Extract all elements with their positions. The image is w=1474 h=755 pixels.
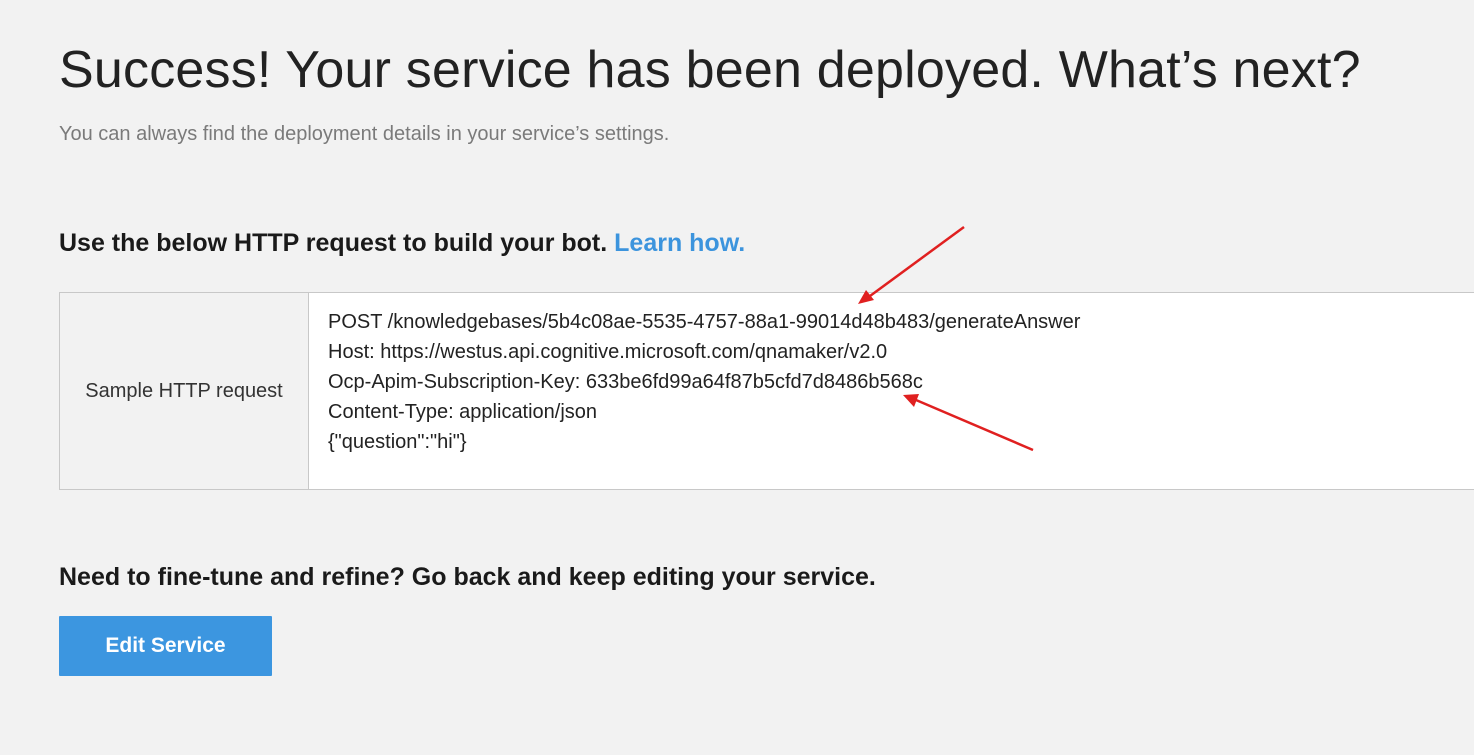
learn-how-link[interactable]: Learn how. (614, 229, 745, 257)
request-line-subscription-key: Ocp-Apim-Subscription-Key: 633be6fd99a64… (328, 371, 923, 393)
request-line-content-type: Content-Type: application/json (328, 401, 598, 423)
deployment-success-page: Success! Your service has been deployed.… (0, 0, 1474, 755)
sample-http-request-label: Sample HTTP request (60, 293, 309, 489)
page-subtitle: You can always find the deployment detai… (59, 123, 670, 145)
sample-http-request-body[interactable]: POST /knowledgebases/5b4c08ae-5535-4757-… (309, 293, 1474, 489)
edit-service-button[interactable]: Edit Service (59, 616, 272, 676)
http-request-heading-text: Use the below HTTP request to build your… (59, 229, 608, 257)
request-line-host: Host: https://westus.api.cognitive.micro… (328, 341, 888, 363)
sample-http-request-table: Sample HTTP request POST /knowledgebases… (59, 292, 1474, 490)
http-request-heading: Use the below HTTP request to build your… (59, 229, 745, 258)
request-line-post: POST /knowledgebases/5b4c08ae-5535-4757-… (328, 311, 1081, 333)
request-line-body: {"question":"hi"} (328, 431, 467, 453)
page-title: Success! Your service has been deployed.… (59, 41, 1361, 99)
refine-heading: Need to fine-tune and refine? Go back an… (59, 563, 876, 591)
